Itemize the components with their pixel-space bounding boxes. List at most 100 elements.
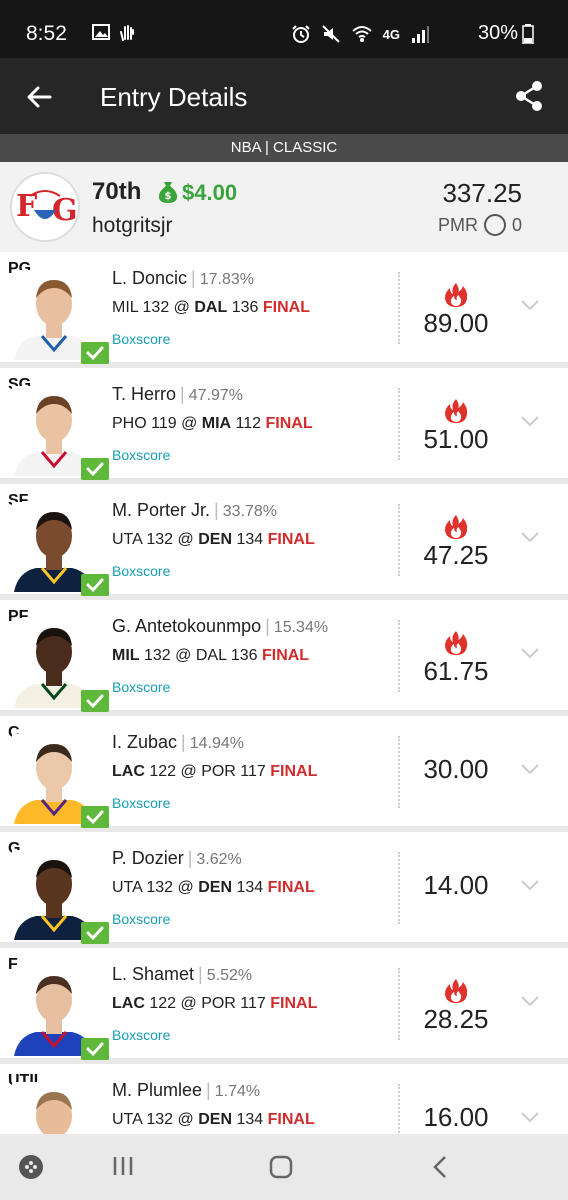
separator: | bbox=[191, 268, 196, 288]
fantasy-points: 61.75 bbox=[423, 656, 489, 686]
back-arrow-icon[interactable] bbox=[24, 82, 54, 112]
hot-streak-flame-icon bbox=[445, 283, 468, 307]
player-name[interactable]: M. Porter Jr. bbox=[112, 500, 210, 520]
at-symbol: @ bbox=[177, 879, 194, 896]
boxscore-link[interactable]: Boxscore bbox=[112, 795, 170, 811]
game-result: LAC 122 @ POR 117 FINAL bbox=[112, 995, 318, 1012]
boxscore-link[interactable]: Boxscore bbox=[112, 447, 170, 463]
player-row[interactable]: PF G. Antetokounmpo | 15.34% MIL 132 @ DAL 1… bbox=[0, 600, 568, 712]
home-team: DEN bbox=[198, 1111, 233, 1128]
player-name[interactable]: M. Plumlee bbox=[112, 1080, 202, 1100]
wifi-icon bbox=[351, 26, 372, 42]
divider bbox=[398, 736, 400, 808]
home-team: POR 117 bbox=[201, 763, 266, 780]
boxscore-link[interactable]: Boxscore bbox=[112, 679, 170, 695]
ownership-percent: 14.94% bbox=[189, 735, 244, 752]
game-result: UTA 132 @ DEN 134 FINAL bbox=[112, 531, 315, 548]
divider bbox=[398, 1084, 400, 1134]
fantasy-points: 28.25 bbox=[423, 1004, 489, 1034]
hot-streak-flame-icon bbox=[445, 515, 468, 539]
svg-text:G: G bbox=[52, 193, 78, 228]
home-team: MIA bbox=[201, 415, 232, 432]
boxscore-link[interactable]: Boxscore bbox=[112, 331, 170, 347]
home-icon[interactable] bbox=[268, 1154, 294, 1180]
player-name[interactable]: G. Antetokounmpo bbox=[112, 616, 261, 636]
mute-icon bbox=[321, 25, 340, 43]
game-status: FINAL bbox=[270, 995, 318, 1012]
signal-icon bbox=[412, 26, 429, 43]
share-icon[interactable] bbox=[514, 80, 544, 112]
battery-icon bbox=[522, 23, 534, 44]
check-icon bbox=[81, 690, 109, 712]
player-name[interactable]: P. Dozier bbox=[112, 848, 184, 868]
game-launcher-icon[interactable] bbox=[17, 1153, 45, 1181]
player-row[interactable]: C I. Zubac | 14.94% LAC 122 @ POR 117 FINAL B… bbox=[0, 716, 568, 828]
boxscore-link[interactable]: Boxscore bbox=[112, 563, 170, 579]
chevron-down-icon[interactable] bbox=[519, 646, 541, 660]
ownership-percent: 33.78% bbox=[222, 503, 277, 520]
entry-summary: F G 70th $ $4.00 hotgritsjr 337.25 PMR 0 bbox=[0, 162, 568, 252]
app-bar: Entry Details bbox=[0, 58, 568, 134]
back-icon[interactable] bbox=[430, 1154, 450, 1180]
chevron-down-icon[interactable] bbox=[519, 994, 541, 1008]
home-team: DAL 136 bbox=[195, 647, 258, 664]
divider bbox=[398, 620, 400, 692]
lineup-list: PG L. Doncic | 17.83% MIL 132 @ DAL 136 FINA… bbox=[0, 252, 568, 1134]
separator: | bbox=[265, 616, 270, 636]
check-icon bbox=[81, 1038, 109, 1060]
ownership-percent: 5.52% bbox=[206, 967, 253, 984]
chevron-down-icon[interactable] bbox=[519, 878, 541, 892]
alarm-icon bbox=[291, 25, 310, 43]
player-name[interactable]: L. Doncic bbox=[112, 268, 187, 288]
chevron-down-icon[interactable] bbox=[519, 298, 541, 312]
player-name[interactable]: T. Herro bbox=[112, 384, 176, 404]
chevron-down-icon[interactable] bbox=[519, 1110, 541, 1124]
fantasy-points: 30.00 bbox=[423, 754, 489, 784]
player-name[interactable]: L. Shamet bbox=[112, 964, 194, 984]
at-symbol: @ bbox=[177, 531, 194, 548]
game-result: MIL 132 @ DAL 136 FINAL bbox=[112, 299, 310, 316]
player-name-line: I. Zubac | 14.94% bbox=[112, 732, 244, 753]
boxscore-link[interactable]: Boxscore bbox=[112, 911, 170, 927]
fantasy-points: 16.00 bbox=[423, 1102, 489, 1132]
away-team: MIL bbox=[112, 647, 140, 664]
player-row[interactable]: SG T. Herro | 47.97% PHO 119 @ MIA 112 FINAL… bbox=[0, 368, 568, 480]
recent-apps-icon[interactable] bbox=[112, 1155, 134, 1177]
ownership-percent: 47.97% bbox=[188, 387, 243, 404]
player-name-line: M. Porter Jr. | 33.78% bbox=[112, 500, 277, 521]
player-row[interactable]: F L. Shamet | 5.52% LAC 122 @ POR 117 FINAL B… bbox=[0, 948, 568, 1060]
away-team: LAC bbox=[112, 763, 145, 780]
fantasy-points: 51.00 bbox=[423, 424, 489, 454]
separator: | bbox=[198, 964, 203, 984]
game-result: UTA 132 @ DEN 134 FINAL bbox=[112, 1111, 315, 1128]
image-icon bbox=[92, 24, 110, 40]
player-row[interactable]: UTIL M. Plumlee | 1.74% UTA 132 @ DEN 134 FI… bbox=[0, 1064, 568, 1134]
player-name-line: L. Doncic | 17.83% bbox=[112, 268, 254, 289]
pmr-ring-icon bbox=[483, 214, 506, 236]
away-team: UTA 132 bbox=[112, 879, 174, 896]
game-status: FINAL bbox=[267, 531, 315, 548]
ownership-percent: 17.83% bbox=[199, 271, 254, 288]
away-team: UTA 132 bbox=[112, 1111, 174, 1128]
divider bbox=[398, 272, 400, 344]
game-result: MIL 132 @ DAL 136 FINAL bbox=[112, 647, 310, 664]
hot-streak-flame-icon bbox=[445, 631, 468, 655]
home-team: POR 117 bbox=[201, 995, 266, 1012]
home-team: DAL bbox=[194, 299, 228, 316]
system-nav-bar bbox=[0, 1134, 568, 1200]
divider bbox=[398, 968, 400, 1040]
boxscore-link[interactable]: Boxscore bbox=[112, 1027, 170, 1043]
player-name-line: M. Plumlee | 1.74% bbox=[112, 1080, 260, 1101]
game-status: FINAL bbox=[267, 1111, 315, 1128]
player-name-line: T. Herro | 47.97% bbox=[112, 384, 243, 405]
contest-label: NBA | CLASSIC bbox=[0, 134, 568, 162]
player-row[interactable]: SF M. Porter Jr. | 33.78% UTA 132 @ DEN 134 … bbox=[0, 484, 568, 596]
player-name[interactable]: I. Zubac bbox=[112, 732, 177, 752]
player-row[interactable]: PG L. Doncic | 17.83% MIL 132 @ DAL 136 FINA… bbox=[0, 252, 568, 364]
player-name-line: L. Shamet | 5.52% bbox=[112, 964, 252, 985]
chevron-down-icon[interactable] bbox=[519, 530, 541, 544]
at-symbol: @ bbox=[180, 995, 197, 1012]
player-row[interactable]: G P. Dozier | 3.62% UTA 132 @ DEN 134 FINAL B… bbox=[0, 832, 568, 944]
chevron-down-icon[interactable] bbox=[519, 762, 541, 776]
chevron-down-icon[interactable] bbox=[519, 414, 541, 428]
